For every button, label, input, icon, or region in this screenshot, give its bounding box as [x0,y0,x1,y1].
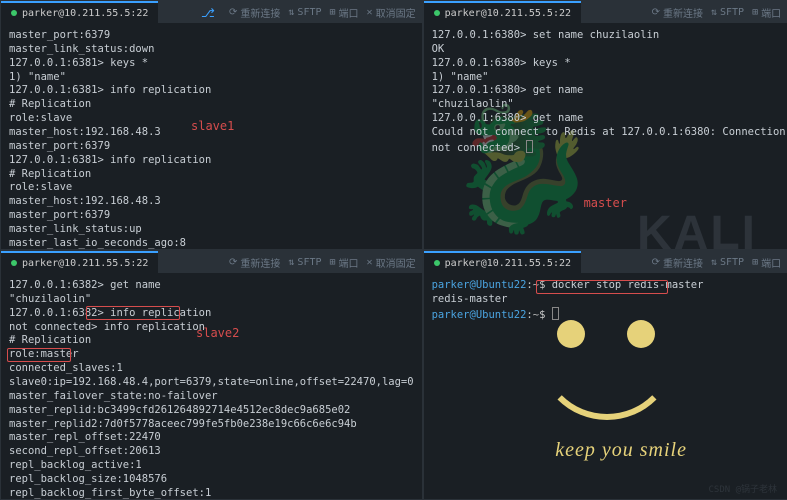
port-button[interactable]: ⊞ 端口 [752,255,781,270]
status-dot-icon [434,260,440,266]
tab-actions: ⟳ 重新连接 ⇅ SFTP ⊞ 端口 ✕ 取消固定 [652,5,787,20]
tab-actions: ⟳ 重新连接 ⇅ SFTP ⊞ 端口 ✕ 取消固定 [652,255,787,270]
tab-title: parker@10.211.55.5:22 [445,8,571,19]
sftp-button[interactable]: ⇅ SFTP [288,257,321,268]
terminal-output[interactable]: 127.0.0.1:6380> set name chuzilaolin OK … [424,23,787,249]
tab-ssh[interactable]: parker@10.211.55.5:22 [424,1,581,23]
reconnect-button[interactable]: ⟳ 重新连接 [229,255,280,270]
sftp-button[interactable]: ⇅ SFTP [711,257,744,268]
terminal-output[interactable]: parker@Ubuntu22:~$ docker stop redis-mas… [424,273,787,499]
tab-actions: ⟳ 重新连接 ⇅ SFTP ⊞ 端口 ✕ 取消固定 [229,5,422,20]
sftp-button[interactable]: ⇅ SFTP [288,7,321,18]
tab-bar: parker@10.211.55.5:22 ⎇ ⟳ 重新连接 ⇅ SFTP ⊞ … [1,1,422,23]
reconnect-button[interactable]: ⟳ 重新连接 [652,255,703,270]
sftp-button[interactable]: ⇅ SFTP [711,7,744,18]
tab-bar: parker@10.211.55.5:22 ⟳ 重新连接 ⇅ SFTP ⊞ 端口… [424,1,787,23]
tab-title: parker@10.211.55.5:22 [22,8,148,19]
terminal-output[interactable]: master_port:6379 master_link_status:down… [1,23,422,249]
tab-title: parker@10.211.55.5:22 [445,258,571,269]
port-button[interactable]: ⊞ 端口 [330,255,359,270]
unpin-button[interactable]: ✕ 取消固定 [367,255,416,270]
terminal-pane-master: parker@10.211.55.5:22 ⟳ 重新连接 ⇅ SFTP ⊞ 端口… [423,0,787,250]
terminal-pane-docker: parker@10.211.55.5:22 ⟳ 重新连接 ⇅ SFTP ⊞ 端口… [423,250,787,500]
status-dot-icon [11,260,17,266]
tab-actions: ⟳ 重新连接 ⇅ SFTP ⊞ 端口 ✕ 取消固定 [229,255,422,270]
tab-bar: parker@10.211.55.5:22 ⟳ 重新连接 ⇅ SFTP ⊞ 端口… [424,251,787,273]
terminal-pane-slave2: parker@10.211.55.5:22 ⎇ ⟳ 重新连接 ⇅ SFTP ⊞ … [0,250,423,500]
port-button[interactable]: ⊞ 端口 [752,5,781,20]
tab-bar: parker@10.211.55.5:22 ⎇ ⟳ 重新连接 ⇅ SFTP ⊞ … [1,251,422,273]
unpin-button[interactable]: ✕ 取消固定 [367,5,416,20]
reconnect-button[interactable]: ⟳ 重新连接 [652,5,703,20]
status-dot-icon [11,10,17,16]
split-indicator-icon: ⎇ [201,6,215,20]
reconnect-button[interactable]: ⟳ 重新连接 [229,5,280,20]
tab-ssh[interactable]: parker@10.211.55.5:22 [1,251,158,273]
tab-title: parker@10.211.55.5:22 [22,258,148,269]
port-button[interactable]: ⊞ 端口 [330,5,359,20]
tab-ssh[interactable]: parker@10.211.55.5:22 [1,1,158,23]
terminal-pane-slave1: parker@10.211.55.5:22 ⎇ ⟳ 重新连接 ⇅ SFTP ⊞ … [0,0,423,250]
terminal-output[interactable]: 127.0.0.1:6382> get name "chuzilaolin" 1… [1,273,422,499]
status-dot-icon [434,10,440,16]
tab-ssh[interactable]: parker@10.211.55.5:22 [424,251,581,273]
